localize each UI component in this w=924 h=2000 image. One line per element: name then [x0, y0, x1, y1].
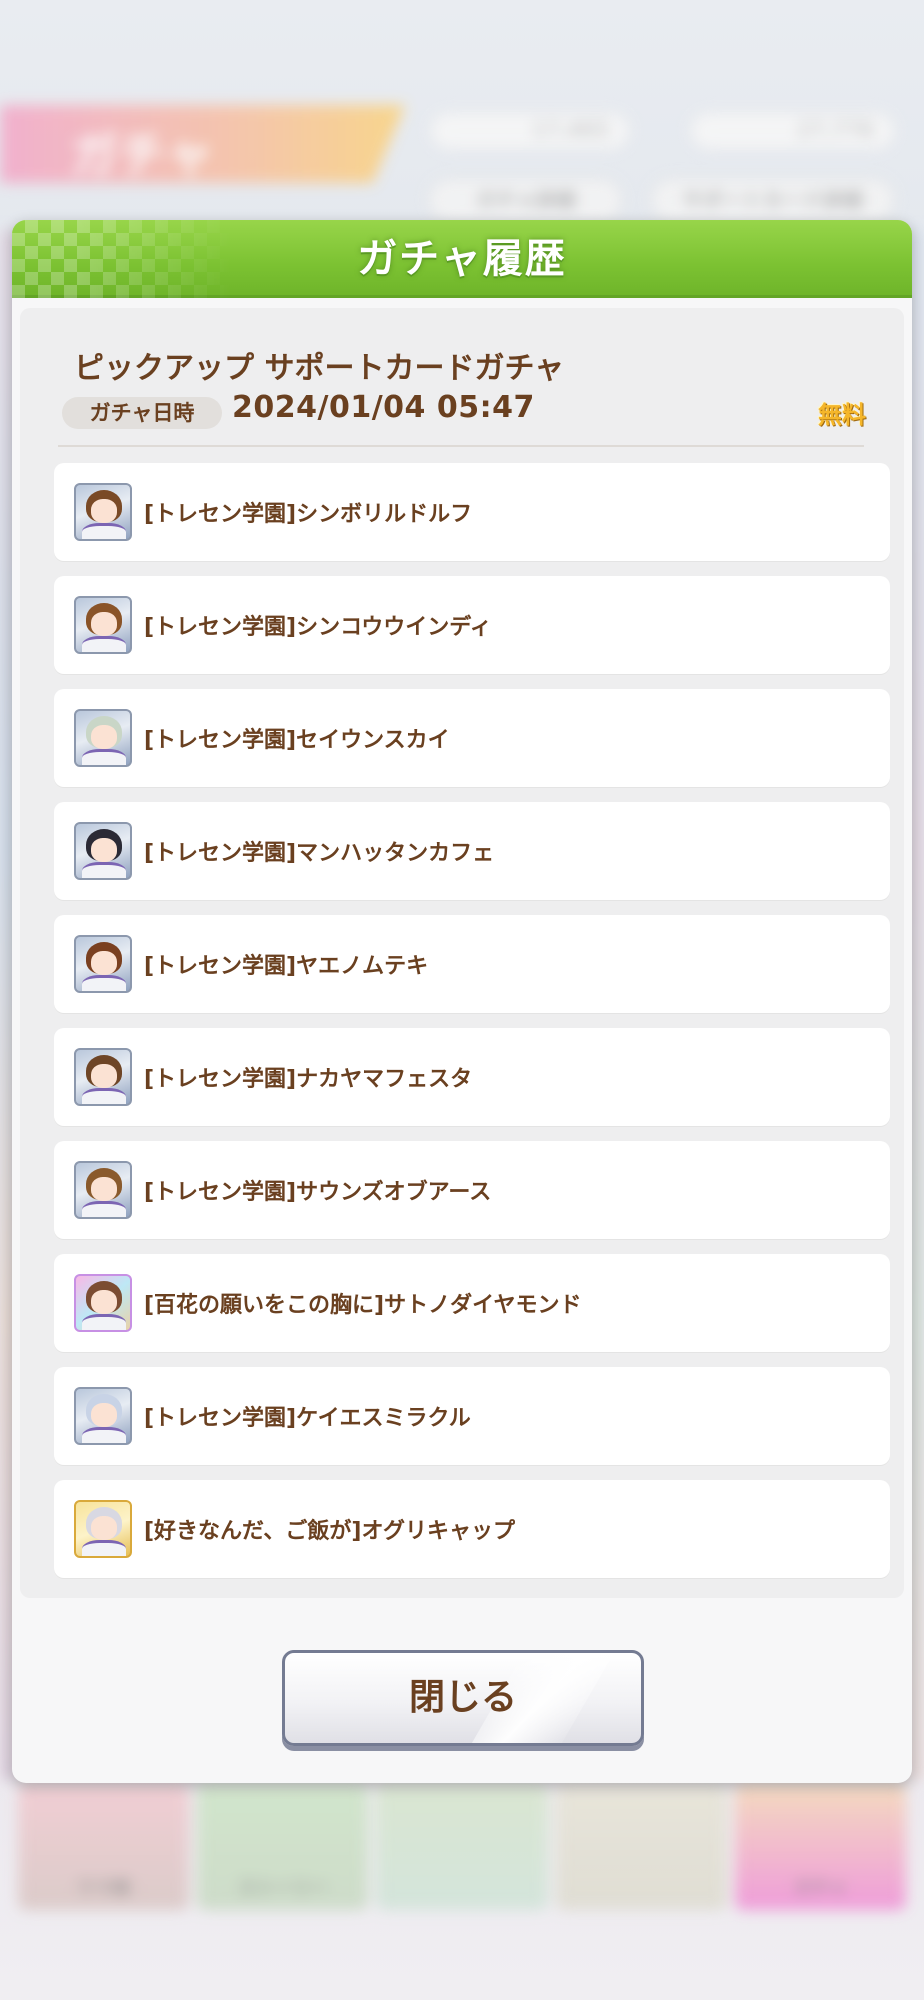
close-button[interactable]: 閉じる [282, 1650, 644, 1746]
background-bottom-nav: ウマ娘 ストーリー ガチャ [0, 1785, 924, 1910]
support-card-portrait-icon [74, 1387, 132, 1445]
card-result-row[interactable]: [好きなんだ、ご飯が]オグリキャップ [54, 1480, 890, 1578]
support-card-portrait-icon [74, 1048, 132, 1106]
support-card-portrait-icon [74, 822, 132, 880]
card-result-row[interactable]: [百花の願いをこの胸に]サトノダイヤモンド [54, 1254, 890, 1352]
card-result-row[interactable]: [トレセン学園]サウンズオブアース [54, 1141, 890, 1239]
support-card-portrait-icon [74, 709, 132, 767]
card-result-list: [トレセン学園]シンボリルドルフ [トレセン学園]シンコウウインディ [トレセン… [54, 463, 890, 1578]
background-nav-item: ガチャ [734, 1785, 907, 1910]
background-nav-label: ストーリー [237, 1878, 328, 1899]
card-result-row[interactable]: [トレセン学園]ヤエノムテキ [54, 915, 890, 1013]
background-currency-2-value: 27,776 [797, 118, 874, 143]
gacha-history-dialog: ガチャ履歴 ピックアップ サポートカードガチャ ガチャ日時 2024/01/04… [12, 220, 912, 1783]
background-nav-item: ストーリー [197, 1785, 369, 1910]
background-pill-2-label: サポートカード詳細 [682, 188, 863, 212]
card-name: [トレセン学園]シンコウウインディ [144, 615, 492, 640]
card-result-row[interactable]: [トレセン学園]ケイエスミラクル [54, 1367, 890, 1465]
free-badge: 無料 [818, 401, 866, 429]
background-nav-item: ウマ娘 [18, 1785, 190, 1910]
card-name: [トレセン学園]シンボリルドルフ [144, 502, 473, 527]
card-name: [トレセン学園]マンハッタンカフェ [144, 841, 495, 866]
card-result-row[interactable]: [トレセン学園]マンハッタンカフェ [54, 802, 890, 900]
dialog-header: ガチャ履歴 [12, 220, 912, 298]
card-result-row[interactable]: [トレセン学園]セイウンスカイ [54, 689, 890, 787]
card-result-row[interactable]: [トレセン学園]ナカヤマフェスタ [54, 1028, 890, 1126]
support-card-portrait-icon [74, 483, 132, 541]
background-title-banner: ガチャ [0, 105, 405, 183]
background-currency-2: 27,776 [690, 112, 895, 150]
card-name: [トレセン学園]サウンズオブアース [144, 1180, 492, 1205]
card-result-row[interactable]: [トレセン学園]シンコウウインディ [54, 576, 890, 674]
gacha-name: ピックアップ サポートカードガチャ [74, 351, 565, 386]
card-name: [百花の願いをこの胸に]サトノダイヤモンド [144, 1293, 582, 1318]
card-name: [好きなんだ、ご飯が]オグリキャップ [144, 1519, 516, 1544]
dialog-title: ガチャ履歴 [357, 236, 567, 282]
close-button-label: 閉じる [408, 1677, 517, 1718]
background-pill-1-label: ガチャ詳細 [475, 188, 576, 212]
divider [58, 445, 864, 447]
card-name: [トレセン学園]ナカヤマフェスタ [144, 1067, 473, 1092]
background-currency-1-value: 17,465 [532, 118, 609, 143]
background-nav-label: ガチャ [793, 1878, 848, 1899]
support-card-portrait-icon [74, 596, 132, 654]
support-card-portrait-icon [74, 1161, 132, 1219]
background-nav-item [376, 1785, 548, 1910]
background-right-strip [910, 230, 924, 1780]
background-title: ガチャ [70, 127, 214, 183]
date-label-tag: ガチャ日時 [62, 397, 222, 429]
background-nav-label: ウマ娘 [76, 1878, 131, 1899]
dialog-body: ピックアップ サポートカードガチャ ガチャ日時 2024/01/04 05:47… [20, 308, 904, 1598]
gacha-date: 2024/01/04 05:47 [232, 390, 535, 425]
card-name: [トレセン学園]ヤエノムテキ [144, 954, 429, 979]
background-pill-1: ガチャ詳細 [428, 178, 623, 222]
background-nav-item [555, 1785, 727, 1910]
support-card-portrait-icon [74, 1274, 132, 1332]
support-card-portrait-icon [74, 1500, 132, 1558]
card-name: [トレセン学園]ケイエスミラクル [144, 1406, 471, 1431]
card-name: [トレセン学園]セイウンスカイ [144, 728, 450, 753]
background-pill-2: サポートカード詳細 [650, 178, 895, 222]
background-currency-1: 17,465 [430, 112, 630, 150]
support-card-portrait-icon [74, 935, 132, 993]
card-result-row[interactable]: [トレセン学園]シンボリルドルフ [54, 463, 890, 561]
